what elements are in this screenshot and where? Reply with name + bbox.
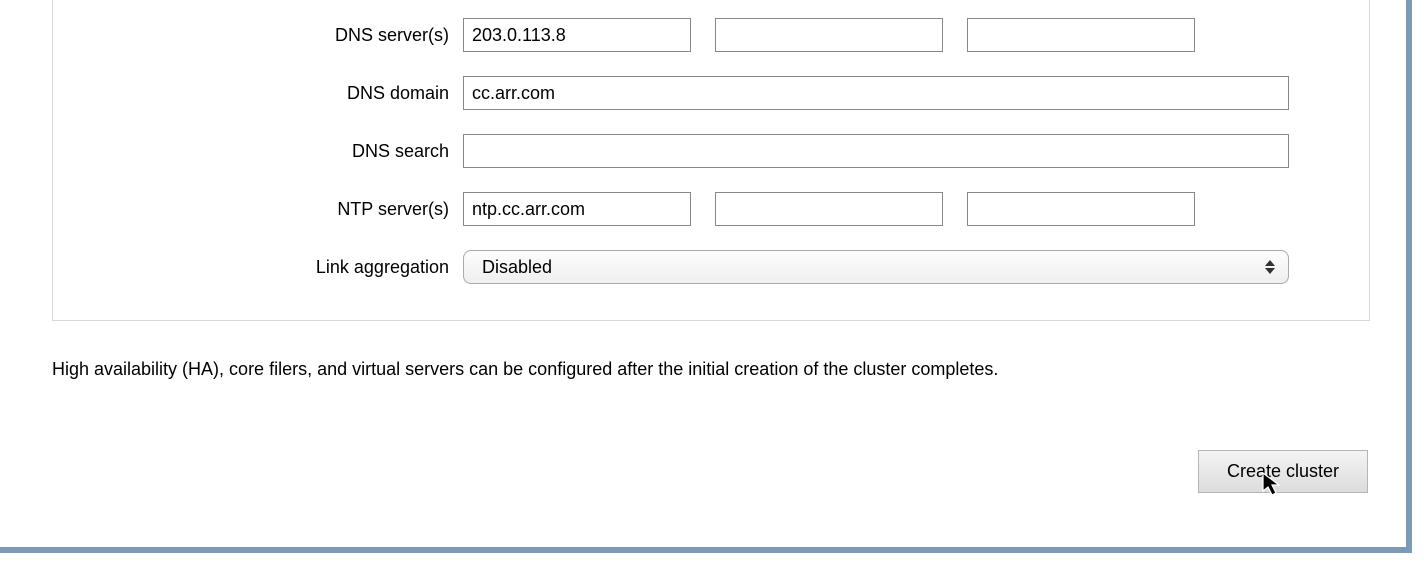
label-ntp-servers: NTP server(s) [83,199,463,220]
help-text: High availability (HA), core filers, and… [52,359,1370,380]
dns-server-3-input[interactable] [967,18,1195,52]
label-link-aggregation: Link aggregation [83,257,463,278]
dns-server-2-input[interactable] [715,18,943,52]
row-ntp-servers: NTP server(s) [83,192,1289,226]
label-dns-servers: DNS server(s) [83,25,463,46]
action-row: Create cluster [52,450,1370,493]
create-cluster-button[interactable]: Create cluster [1198,450,1368,493]
network-settings-panel: DNS server(s) DNS domain DNS search [52,0,1370,321]
row-link-aggregation: Link aggregation Disabled [83,250,1289,284]
dns-server-1-input[interactable] [463,18,691,52]
label-dns-domain: DNS domain [83,83,463,104]
ntp-server-2-input[interactable] [715,192,943,226]
row-dns-search: DNS search [83,134,1289,168]
dns-search-input[interactable] [463,134,1289,168]
link-aggregation-select[interactable]: Disabled [463,250,1289,284]
row-dns-servers: DNS server(s) [83,18,1289,52]
row-dns-domain: DNS domain [83,76,1289,110]
label-dns-search: DNS search [83,141,463,162]
ntp-server-3-input[interactable] [967,192,1195,226]
dns-domain-input[interactable] [463,76,1289,110]
ntp-server-1-input[interactable] [463,192,691,226]
